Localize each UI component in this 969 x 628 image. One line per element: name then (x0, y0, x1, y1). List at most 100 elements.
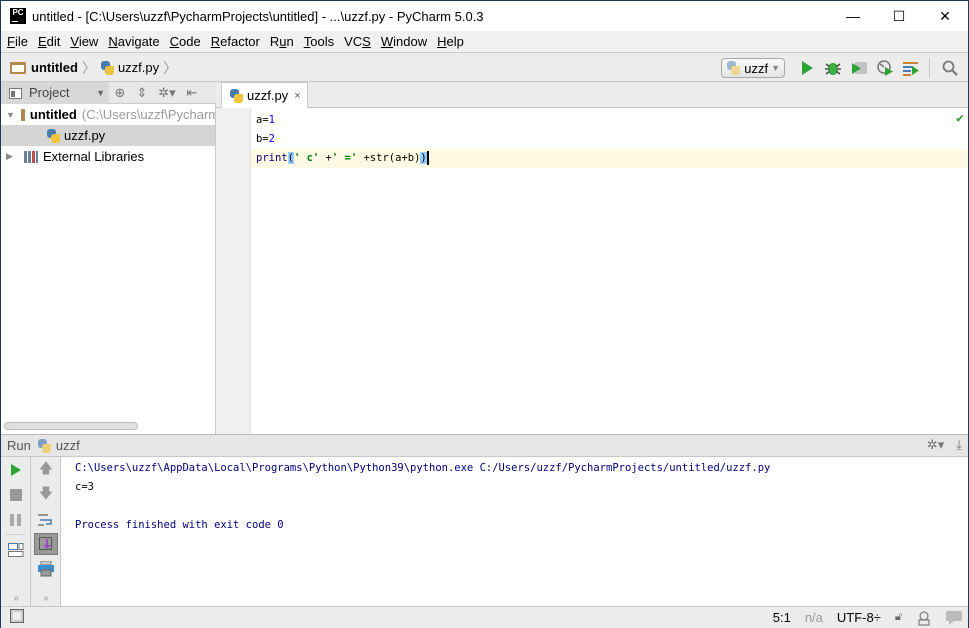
debug-button[interactable] (821, 57, 845, 79)
menu-navigate[interactable]: Navigate (104, 34, 163, 49)
project-view-selector[interactable]: Project ▼ (1, 81, 109, 104)
menu-file[interactable]: File (3, 34, 32, 49)
scroll-from-source-button[interactable]: ⊕ (109, 82, 131, 104)
project-panel-header: Project ▼ ⊕ ⇕ ✲▾ ⇤ (1, 81, 216, 104)
title-bar: PC untitled - [C:\Users\uzzf\PycharmProj… (1, 1, 968, 31)
run-with-coverage-button[interactable] (847, 57, 871, 79)
lock-icon[interactable]: 🔓︎ (895, 611, 902, 624)
run-icon (802, 61, 813, 75)
menu-mnemonic: R (210, 34, 221, 49)
menu-window[interactable]: Window (377, 34, 431, 49)
tree-item-project-root[interactable]: ▼ untitled (C:\Users\uzzf\PycharmProject… (1, 104, 215, 125)
close-button[interactable]: ✕ (922, 1, 968, 31)
run-toolbar-primary: » (1, 457, 31, 606)
toolbar-separator (6, 534, 25, 535)
menu-run[interactable]: Run (266, 34, 298, 49)
menu-refactor[interactable]: Refactor (207, 34, 264, 49)
text-caret (426, 151, 429, 165)
collapse-arrow-icon[interactable]: ▶ (6, 151, 18, 162)
menu-label-part: R (269, 34, 280, 49)
collapse-all-icon: ⇕ (136, 84, 148, 100)
run-panel-tools: ✲▾ ⤓ (927, 437, 962, 453)
menu-view[interactable]: View (66, 34, 102, 49)
menu-tools[interactable]: Tools (300, 34, 338, 49)
collapse-all-button[interactable]: ⇕ (131, 82, 153, 104)
print-icon (38, 560, 54, 576)
restore-layout-button[interactable] (1, 537, 31, 562)
menu-label-part: indow (393, 34, 428, 49)
tab-uzzf-py[interactable]: uzzf.py × (221, 82, 308, 108)
profile-button[interactable] (873, 57, 897, 79)
code-editor[interactable]: a=1 b=2 print(' c' +' =' +str(a+b)) ✔ (251, 108, 968, 434)
navigation-bar: untitled 〉 uzzf.py 〉 uzzf ▼ (1, 54, 968, 82)
menu-edit[interactable]: Edit (34, 34, 64, 49)
app-icon-text: PC (12, 8, 24, 17)
menu-mnemonic: N (108, 34, 118, 49)
breadcrumb-separator: 〉 (81, 59, 96, 76)
run-config-label[interactable]: uzzf (56, 438, 80, 453)
pycharm-logo-icon: PC (10, 8, 26, 24)
python-file-icon (46, 128, 60, 143)
horizontal-scrollbar[interactable] (4, 422, 138, 430)
print-button[interactable] (31, 556, 61, 581)
event-log-icon[interactable] (946, 610, 962, 625)
caret-position[interactable]: 5:1 (773, 610, 791, 625)
code-line: b=2 (251, 130, 968, 149)
minimize-button[interactable]: — (830, 1, 876, 31)
menu-code[interactable]: Code (166, 34, 205, 49)
close-tab-icon[interactable]: × (294, 90, 300, 102)
stop-button[interactable] (1, 482, 31, 507)
tree-item-label: uzzf.py (64, 128, 106, 143)
menu-mnemonic: S (362, 34, 371, 49)
folder-icon (10, 61, 26, 74)
run-config-selector[interactable]: uzzf ▼ (721, 58, 785, 78)
up-stack-button[interactable]: 🡅 (31, 457, 61, 482)
more-actions-button[interactable]: » (1, 593, 31, 604)
toggle-tool-windows-button[interactable] (10, 609, 24, 626)
project-view-icon (9, 87, 22, 99)
menu-label-part: efactor (220, 34, 260, 49)
inspector-icon[interactable] (916, 610, 932, 626)
menu-vcs[interactable]: VCS (340, 34, 375, 49)
code-token: print (256, 152, 288, 164)
debug-icon (825, 63, 841, 75)
hide-panel-icon[interactable]: ⤓ (956, 437, 962, 453)
tab-label: uzzf.py (247, 88, 289, 103)
run-icon (11, 463, 21, 476)
gear-icon[interactable]: ✲▾ (927, 437, 944, 453)
pause-button[interactable] (1, 507, 31, 532)
code-token: ' c' (293, 152, 320, 164)
run-console[interactable]: C:\Users\uzzf\AppData\Local\Programs\Pyt… (61, 457, 968, 606)
file-encoding[interactable]: UTF-8÷ (837, 610, 881, 625)
breadcrumb-project[interactable]: untitled (31, 60, 78, 75)
soft-wrap-button[interactable] (31, 507, 61, 532)
chevron-down-icon: ▼ (96, 87, 105, 98)
pause-icon (10, 513, 21, 526)
line-separator[interactable]: n/a (805, 610, 823, 625)
expand-arrow-icon[interactable]: ▼ (6, 110, 15, 120)
run-button[interactable] (795, 57, 819, 79)
inspection-ok-icon[interactable]: ✔ (956, 111, 964, 126)
project-view-label: Project (29, 85, 70, 100)
concurrency-diagram-button[interactable] (899, 57, 923, 79)
breadcrumb-file[interactable]: uzzf.py (118, 60, 159, 75)
hide-panel-button[interactable]: ⇤ (181, 82, 203, 104)
tree-item-file[interactable]: uzzf.py (1, 125, 215, 146)
tree-item-external-libraries[interactable]: ▶ External Libraries (1, 146, 215, 167)
menu-label-part: avigate (117, 34, 160, 49)
scroll-to-end-button[interactable] (34, 533, 58, 555)
menu-label-part: n (286, 34, 294, 49)
menu-help[interactable]: Help (433, 34, 468, 49)
breadcrumb-separator: 〉 (163, 59, 178, 76)
search-everywhere-button[interactable] (938, 57, 962, 79)
more-actions-button[interactable]: » (31, 593, 61, 604)
menu-bar: File Edit View Navigate Code Refactor Run Tools… (1, 31, 968, 53)
maximize-button[interactable]: ☐ (876, 1, 922, 31)
rerun-button[interactable] (1, 457, 31, 482)
run-config-name: uzzf (744, 60, 769, 76)
down-stack-button[interactable]: 🡇 (31, 482, 61, 507)
settings-button[interactable]: ✲▾ (153, 82, 181, 104)
menu-label-part: iew (78, 34, 99, 49)
code-token: 1 (268, 114, 275, 126)
